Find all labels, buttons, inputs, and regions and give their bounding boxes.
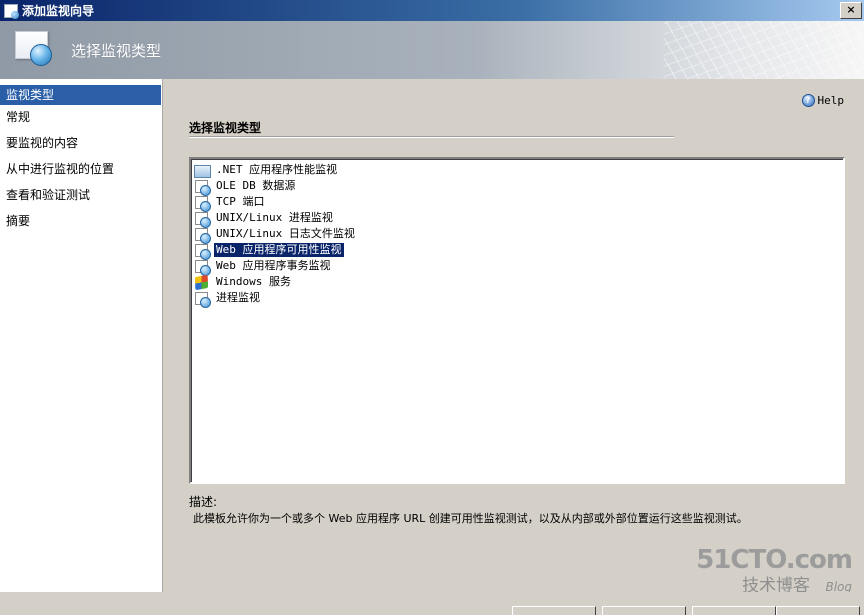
monitor-template-icon (194, 259, 211, 276)
list-item[interactable]: OLE DB 数据源 (194, 178, 840, 196)
monitor-template-icon (194, 291, 211, 308)
nav-step-summary[interactable]: 摘要 (0, 209, 162, 235)
nav-step-monitor-locations[interactable]: 从中进行监视的位置 (0, 157, 162, 183)
help-label: Help (817, 94, 845, 107)
description-text: 此模板允许你为一个或多个 Web 应用程序 URL 创建可用性监视测试，以及从内… (193, 512, 748, 525)
wizard-step-nav: 监视类型 常规 要监视的内容 从中进行监视的位置 查看和验证测试 摘要 (0, 79, 163, 592)
list-item[interactable]: Web 应用程序事务监视 (194, 258, 840, 276)
monitor-template-icon (194, 179, 211, 196)
next-button[interactable] (602, 606, 686, 615)
close-button[interactable]: × (840, 2, 862, 19)
banner-title: 选择监视类型 (71, 42, 162, 60)
section-divider (189, 136, 674, 138)
monitor-template-icon (194, 243, 211, 260)
wizard-app-icon (4, 3, 19, 19)
dotnet-app-icon (194, 163, 211, 178)
wizard-main-pane: ? Help 选择监视类型 .NET 应用程序性能监视 OLE DB 数据源 T… (163, 79, 864, 596)
bottom-button-strip (0, 592, 864, 615)
globe-icon (30, 44, 52, 66)
nav-step-what-to-monitor[interactable]: 要监视的内容 (0, 131, 162, 157)
nav-step-monitor-type[interactable]: 监视类型 (0, 85, 161, 105)
create-button[interactable] (692, 606, 776, 615)
list-item[interactable]: 进程监视 (194, 290, 840, 308)
list-item[interactable]: Windows 服务 (194, 274, 840, 290)
monitor-type-list[interactable]: .NET 应用程序性能监视 OLE DB 数据源 TCP 端口 UNIX/Lin… (189, 157, 845, 484)
description-label: 描述: (189, 495, 218, 509)
nav-step-view-and-validate[interactable]: 查看和验证测试 (0, 183, 162, 209)
previous-button[interactable] (512, 606, 596, 615)
list-item[interactable]: TCP 端口 (194, 194, 840, 212)
window-title: 添加监视向导 (22, 4, 95, 18)
list-item-selected[interactable]: Web 应用程序可用性监视 (194, 242, 840, 260)
wizard-header-banner: 选择监视类型 (0, 21, 864, 79)
monitor-template-icon (194, 195, 211, 212)
list-item[interactable]: UNIX/Linux 日志文件监视 (194, 226, 840, 244)
nav-step-general[interactable]: 常规 (0, 105, 162, 131)
cancel-button[interactable] (776, 606, 860, 615)
banner-decoration (664, 21, 864, 79)
watermark: 51CTO.com 技术博客 Blog (696, 545, 853, 596)
title-bar: 添加监视向导 × (0, 0, 864, 21)
list-item[interactable]: .NET 应用程序性能监视 (194, 162, 840, 178)
help-link[interactable]: ? Help (801, 94, 845, 107)
list-item[interactable]: UNIX/Linux 进程监视 (194, 210, 840, 228)
monitor-template-icon (194, 227, 211, 244)
help-icon: ? (801, 94, 815, 107)
monitor-template-icon (194, 211, 211, 228)
section-title: 选择监视类型 (189, 121, 262, 135)
windows-service-icon (194, 275, 210, 290)
